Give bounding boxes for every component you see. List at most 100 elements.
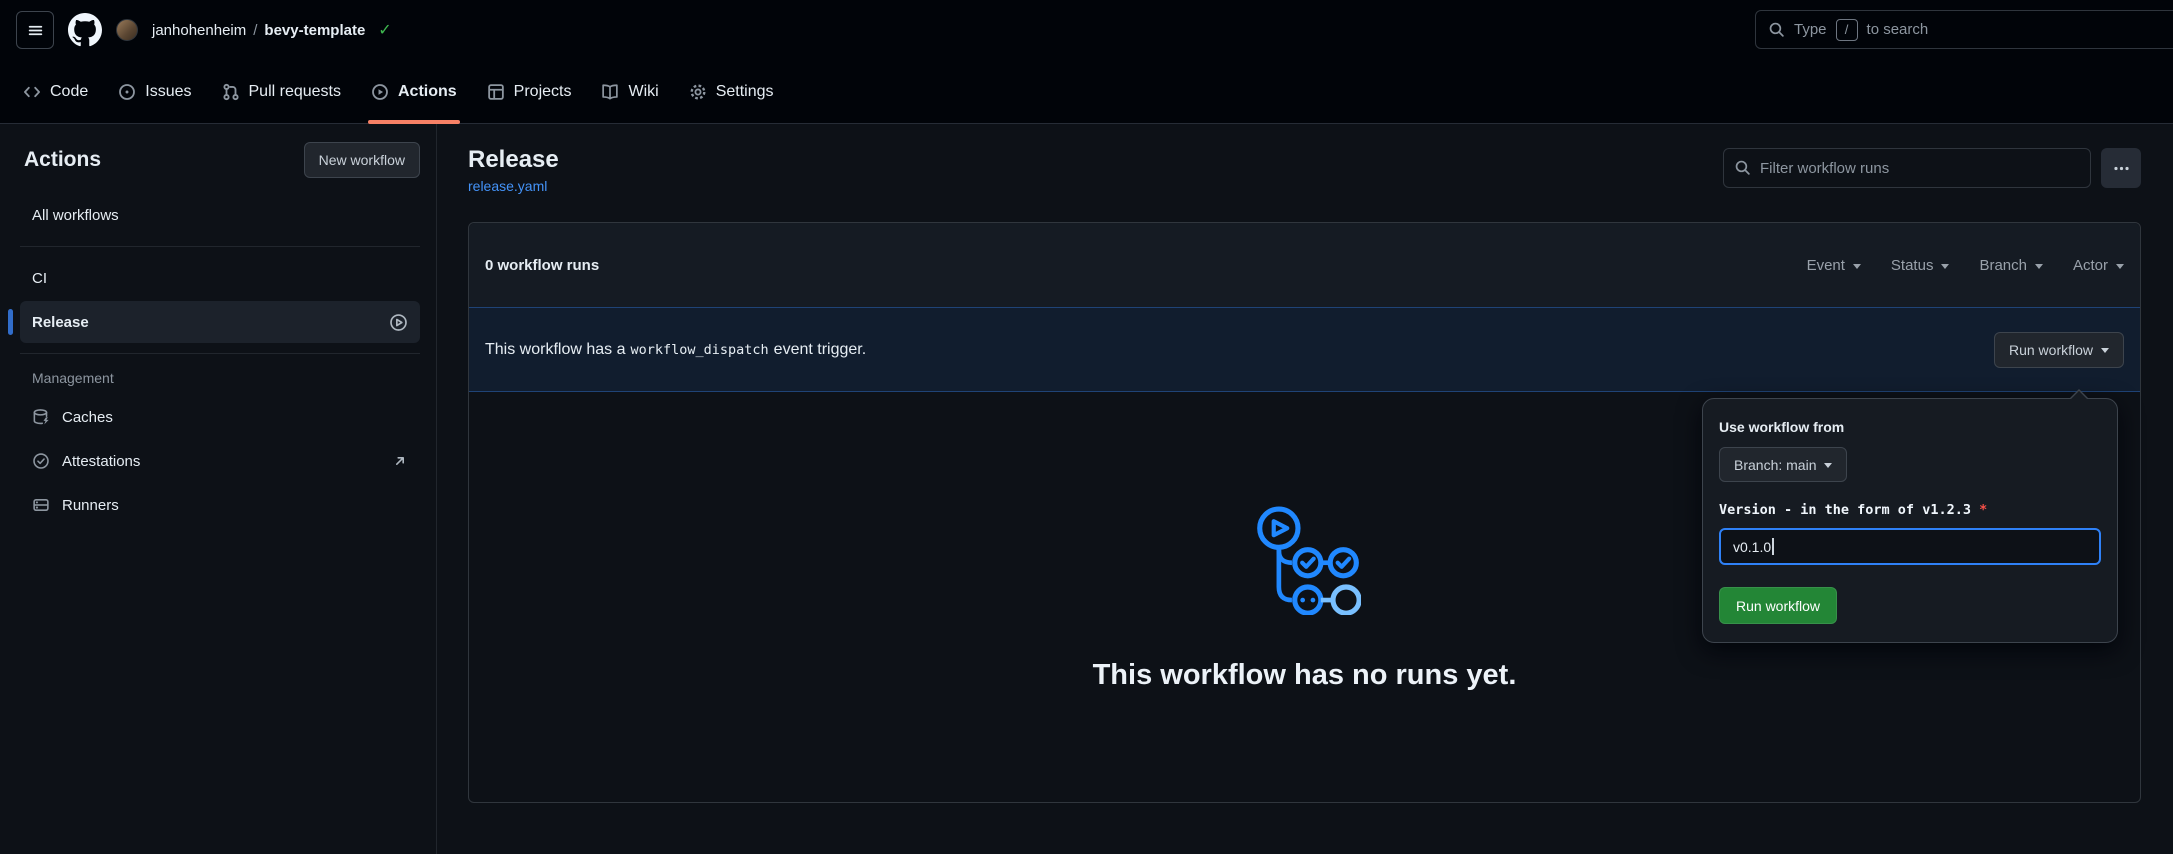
tab-projects[interactable]: Projects	[472, 60, 587, 123]
sidebar-divider	[20, 246, 420, 247]
chevron-down-icon	[1824, 463, 1832, 468]
attestation-badge-icon	[32, 452, 50, 470]
hamburger-icon	[27, 22, 44, 39]
issue-opened-icon	[118, 83, 136, 101]
filter-label: Actor	[2073, 257, 2108, 274]
sidebar-item-label: Release	[32, 314, 89, 331]
actor-filter-dropdown[interactable]: Actor	[2073, 257, 2124, 274]
play-circle-icon	[389, 313, 408, 332]
breadcrumb-repo-link[interactable]: bevy-template	[264, 22, 365, 39]
breadcrumb-owner-link[interactable]: janhohenheim	[152, 22, 246, 39]
sidebar-item-label: Runners	[62, 497, 119, 514]
slash-key-hint: /	[1836, 19, 1858, 41]
sidebar-item-caches[interactable]: Caches	[20, 396, 420, 438]
gear-icon	[689, 83, 707, 101]
tab-code[interactable]: Code	[8, 60, 103, 123]
sidebar-item-all-workflows[interactable]: All workflows	[20, 194, 420, 236]
code-icon	[23, 83, 41, 101]
version-input-value: v0.1.0	[1733, 539, 1771, 555]
chevron-down-icon	[2101, 348, 2109, 353]
runs-count: 0 workflow runs	[485, 257, 599, 274]
tab-label: Pull requests	[249, 83, 342, 101]
required-asterisk: *	[1979, 502, 1987, 518]
new-workflow-button[interactable]: New workflow	[304, 142, 420, 178]
sidebar-item-label: Attestations	[62, 453, 140, 470]
workflow-file-link[interactable]: release.yaml	[468, 178, 547, 194]
tab-pull-requests[interactable]: Pull requests	[207, 60, 357, 123]
tab-label: Code	[50, 83, 88, 101]
button-label: Branch: main	[1734, 457, 1816, 473]
filter-label: Branch	[1979, 257, 2027, 274]
repo-nav-tabs: Code Issues Pull requests Actions Projec…	[0, 60, 2173, 124]
github-logo-icon[interactable]	[68, 13, 102, 47]
banner-text-before: This workflow has a	[485, 341, 626, 358]
chevron-down-icon	[1941, 264, 1949, 269]
play-circle-icon	[371, 83, 389, 101]
cache-icon	[32, 408, 50, 426]
workflow-options-button[interactable]	[2101, 148, 2141, 188]
button-label: Run workflow	[2009, 342, 2093, 358]
version-label-text: Version - in the form of v1.2.3	[1719, 502, 1971, 518]
tab-label: Settings	[716, 83, 774, 101]
chevron-down-icon	[1853, 264, 1861, 269]
workflow-dispatch-banner: This workflow has a workflow_dispatch even…	[469, 307, 2140, 392]
tab-label: Actions	[398, 83, 457, 101]
sidebar-item-runners[interactable]: Runners	[20, 484, 420, 526]
book-icon	[601, 83, 619, 101]
chevron-down-icon	[2035, 264, 2043, 269]
popover-heading: Use workflow from	[1719, 419, 2101, 435]
sidebar-item-workflow-ci[interactable]: CI	[20, 257, 420, 299]
management-section-label: Management	[20, 364, 420, 394]
sidebar-item-label: CI	[32, 270, 47, 287]
workflow-graph-icon	[1249, 503, 1361, 615]
search-placeholder-suffix: to search	[1867, 21, 1929, 38]
table-icon	[487, 83, 505, 101]
tab-actions[interactable]: Actions	[356, 60, 472, 123]
sidebar-item-label: All workflows	[32, 207, 119, 224]
empty-state-message: This workflow has no runs yet.	[1093, 659, 1517, 692]
tab-settings[interactable]: Settings	[674, 60, 789, 123]
run-workflow-submit-button[interactable]: Run workflow	[1719, 587, 1837, 624]
page-title: Release	[468, 146, 559, 174]
text-cursor	[1772, 538, 1774, 555]
tab-wiki[interactable]: Wiki	[586, 60, 673, 123]
filter-label: Event	[1807, 257, 1845, 274]
workflow-dispatch-code: workflow_dispatch	[631, 342, 769, 358]
filter-workflow-runs-input[interactable]	[1723, 148, 2091, 188]
event-filter-dropdown[interactable]: Event	[1807, 257, 1861, 274]
breadcrumb-separator: /	[253, 22, 257, 39]
sidebar-item-label: Caches	[62, 409, 113, 426]
search-placeholder-prefix: Type	[1794, 21, 1827, 38]
sidebar-item-workflow-release[interactable]: Release	[20, 301, 420, 343]
arrow-up-right-icon	[392, 453, 408, 469]
sidebar-item-attestations[interactable]: Attestations	[20, 440, 420, 482]
selected-indicator-bar	[8, 309, 13, 335]
branch-filter-dropdown[interactable]: Branch	[1979, 257, 2043, 274]
chevron-down-icon	[2116, 264, 2124, 269]
search-icon	[1734, 159, 1751, 176]
sidebar-divider	[20, 353, 420, 354]
status-filter-dropdown[interactable]: Status	[1891, 257, 1950, 274]
user-avatar[interactable]	[116, 19, 138, 41]
banner-text: This workflow has a workflow_dispatch even…	[485, 341, 866, 359]
app-header: janhohenheim / bevy-template ✓ Type / to…	[0, 0, 2173, 60]
run-workflow-dropdown-button[interactable]: Run workflow	[1994, 332, 2124, 368]
sidebar-title: Actions	[24, 148, 101, 172]
git-pull-request-icon	[222, 83, 240, 101]
tab-label: Projects	[514, 83, 572, 101]
run-workflow-popover: Use workflow from Branch: main Version -…	[1702, 398, 2118, 643]
search-icon	[1768, 21, 1785, 38]
tab-label: Wiki	[628, 83, 658, 101]
tab-issues[interactable]: Issues	[103, 60, 206, 123]
tab-label: Issues	[145, 83, 191, 101]
global-menu-button[interactable]	[16, 11, 54, 49]
global-search-field[interactable]: Type / to search	[1755, 10, 2173, 49]
checks-passing-icon[interactable]: ✓	[378, 20, 391, 40]
branch-selector-button[interactable]: Branch: main	[1719, 447, 1847, 482]
actions-sidebar: Actions New workflow All workflows CI Re…	[0, 124, 437, 854]
version-input[interactable]: v0.1.0	[1719, 528, 2101, 565]
banner-text-after: event trigger.	[774, 341, 867, 358]
version-field-label: Version - in the form of v1.2.3 *	[1719, 502, 2101, 518]
filter-label: Status	[1891, 257, 1934, 274]
runners-icon	[32, 496, 50, 514]
